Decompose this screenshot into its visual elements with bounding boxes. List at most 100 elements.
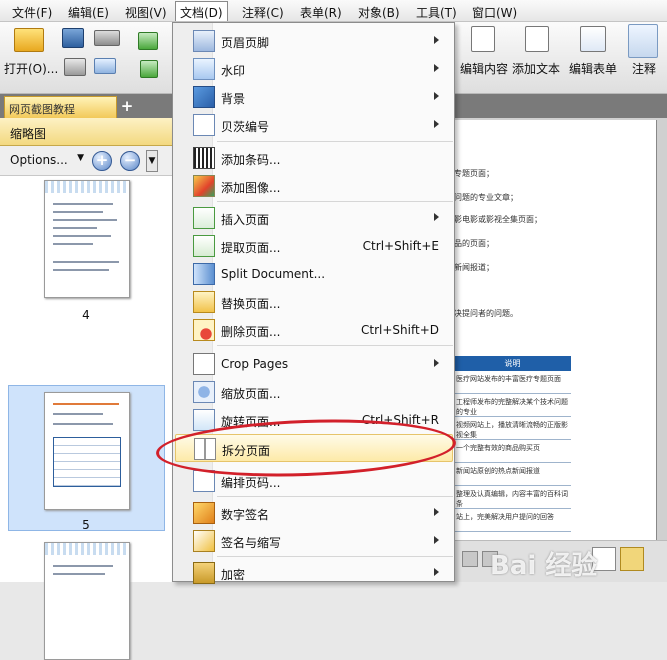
add-text-icon[interactable] (525, 26, 549, 52)
background-icon (193, 86, 215, 108)
submenu-arrow-icon (434, 359, 439, 367)
save-icon[interactable] (62, 28, 84, 48)
thumbnail-tools: Options... ▼ + − ▼ (0, 146, 172, 176)
print-icon[interactable] (64, 58, 86, 76)
options-dropdown[interactable]: Options... ▼ (6, 150, 86, 172)
menu-item-label: 背景 (221, 92, 246, 106)
submenu-arrow-icon (434, 213, 439, 221)
menu-item-label: 贝茨编号 (221, 120, 270, 134)
zoom-menu-chevron-icon[interactable]: ▼ (146, 150, 158, 172)
menu-item-rotate-page[interactable]: 旋转页面... Ctrl+Shift+R (175, 406, 453, 434)
sign-initials-icon (193, 530, 215, 552)
doc-table-row: 工程师发布的完整解决某个技术问题的专业 (454, 394, 571, 417)
edit-form-label[interactable]: 编辑表单 (569, 60, 617, 77)
menu-item-extract-page[interactable]: 提取页面... Ctrl+Shift+E (175, 232, 453, 260)
thumbnail-scroll-area[interactable]: 4 5 (0, 176, 172, 660)
menu-item-watermark[interactable]: 水印 (175, 55, 453, 83)
page-numbering-icon (193, 470, 215, 492)
edit-content-icon[interactable] (471, 26, 495, 52)
menu-form[interactable]: 表单(R) (296, 3, 346, 22)
scanner-icon[interactable] (94, 30, 120, 46)
chevron-down-icon: ▼ (77, 153, 84, 163)
doc-table-row: 整理及认真编辑，内容丰富的百科词条 (454, 486, 571, 509)
add-image-icon (193, 175, 215, 197)
menu-item-add-barcode[interactable]: 添加条码... (175, 144, 453, 172)
menu-comment[interactable]: 注释(C) (238, 3, 288, 22)
menu-object[interactable]: 对象(B) (354, 3, 404, 22)
menu-document[interactable]: 文档(D) (175, 1, 228, 21)
menu-view[interactable]: 视图(V) (121, 3, 171, 22)
menu-item-page-numbering[interactable]: 编排页码... (175, 467, 453, 495)
zoom-in-button[interactable]: + (92, 151, 112, 171)
thumb-header (45, 181, 129, 193)
new-tab-plus-icon[interactable]: + (120, 99, 134, 114)
thumb-line (53, 227, 97, 229)
menu-separator (217, 345, 453, 346)
email-icon[interactable] (94, 58, 116, 74)
page-thumbnail-4[interactable] (44, 180, 130, 298)
menu-item-shortcut: Ctrl+Shift+D (361, 323, 439, 337)
continuous-view-icon[interactable] (620, 547, 644, 571)
doc-table-row: 视频网站上，播放清晰流畅的正版影视全集 (454, 417, 571, 440)
menu-item-split-page[interactable]: 拆分页面 (175, 434, 453, 462)
doc-table-row: 站上，完美解决用户提问的回答 (454, 509, 571, 532)
menu-separator (217, 201, 453, 202)
page-number-label: 4 (82, 308, 90, 322)
menu-item-shortcut: Ctrl+Shift+E (362, 239, 439, 253)
submenu-arrow-icon (434, 64, 439, 72)
menu-item-background[interactable]: 背景 (175, 83, 453, 111)
submenu-arrow-icon (434, 508, 439, 516)
submenu-arrow-icon (434, 92, 439, 100)
menu-item-label: 替换页面... (221, 297, 281, 311)
menu-item-sign-initials[interactable]: 签名与缩写 (175, 527, 453, 555)
back-arrow-icon[interactable] (138, 32, 158, 50)
page-thumbnail-6[interactable] (44, 542, 130, 660)
add-text-label[interactable]: 添加文本 (512, 60, 560, 77)
forward-arrow-icon[interactable] (140, 60, 158, 78)
thumb-line (53, 219, 117, 221)
menu-edit[interactable]: 编辑(E) (64, 3, 113, 22)
doc-text-line: 专题页面； (454, 169, 494, 178)
prev-page-icon[interactable] (462, 551, 478, 567)
menu-item-digital-signature[interactable]: 数字签名 (175, 499, 453, 527)
open-button-label[interactable]: 打开(O)... (4, 60, 58, 77)
menu-item-add-image[interactable]: 添加图像... (175, 172, 453, 200)
menu-item-split-document[interactable]: Split Document... (175, 260, 453, 288)
menu-item-replace-page[interactable]: 替换页面... (175, 288, 453, 316)
header-footer-icon (193, 30, 215, 52)
page-thumbnail-5[interactable] (44, 392, 130, 510)
menu-separator (217, 556, 453, 557)
menu-item-crop-pages[interactable]: Crop Pages (175, 350, 453, 378)
menu-window[interactable]: 窗口(W) (468, 3, 521, 22)
menu-item-label: 缩放页面... (221, 387, 281, 401)
options-label: Options... (10, 153, 68, 167)
document-view[interactable]: 专题页面； 问题的专业文章； 影电影或影视全集页面； 品的页面； 新闻报道； 决… (452, 118, 667, 550)
open-folder-icon[interactable] (14, 28, 44, 52)
submenu-arrow-icon (434, 36, 439, 44)
thumbnail-panel: 缩略图 Options... ▼ + − ▼ 4 5 (0, 118, 172, 660)
menu-item-header-footer[interactable]: 页眉页脚 (175, 27, 453, 55)
menu-tools[interactable]: 工具(T) (412, 3, 461, 22)
menu-file[interactable]: 文件(F) (8, 3, 56, 22)
annotate-label[interactable]: 注释 (632, 60, 656, 77)
menu-item-label: 删除页面... (221, 325, 281, 339)
menu-item-encrypt[interactable]: 加密 (175, 559, 453, 587)
zoom-out-button[interactable]: − (120, 151, 140, 171)
menu-item-insert-page[interactable]: 插入页面 (175, 204, 453, 232)
edit-content-label[interactable]: 编辑内容 (460, 60, 508, 77)
thumbnail-panel-title: 缩略图 (0, 118, 172, 146)
edit-form-icon[interactable] (580, 26, 606, 52)
scale-page-icon (193, 381, 215, 403)
document-tab[interactable]: 网页截图教程 (4, 96, 117, 118)
rotate-page-icon (193, 409, 215, 431)
bates-number-icon (193, 114, 215, 136)
menu-item-scale-page[interactable]: 缩放页面... (175, 378, 453, 406)
menu-item-bates-number[interactable]: 贝茨编号 (175, 111, 453, 139)
menu-item-label: 加密 (221, 568, 246, 582)
menu-item-delete-page[interactable]: 删除页面... Ctrl+Shift+D (175, 316, 453, 344)
menu-item-label: 数字签名 (221, 508, 270, 522)
thumb-line (53, 573, 105, 575)
annotate-icon[interactable] (628, 24, 658, 58)
menu-item-label: 旋转页面... (221, 415, 281, 429)
page-number-label: 5 (82, 518, 90, 532)
